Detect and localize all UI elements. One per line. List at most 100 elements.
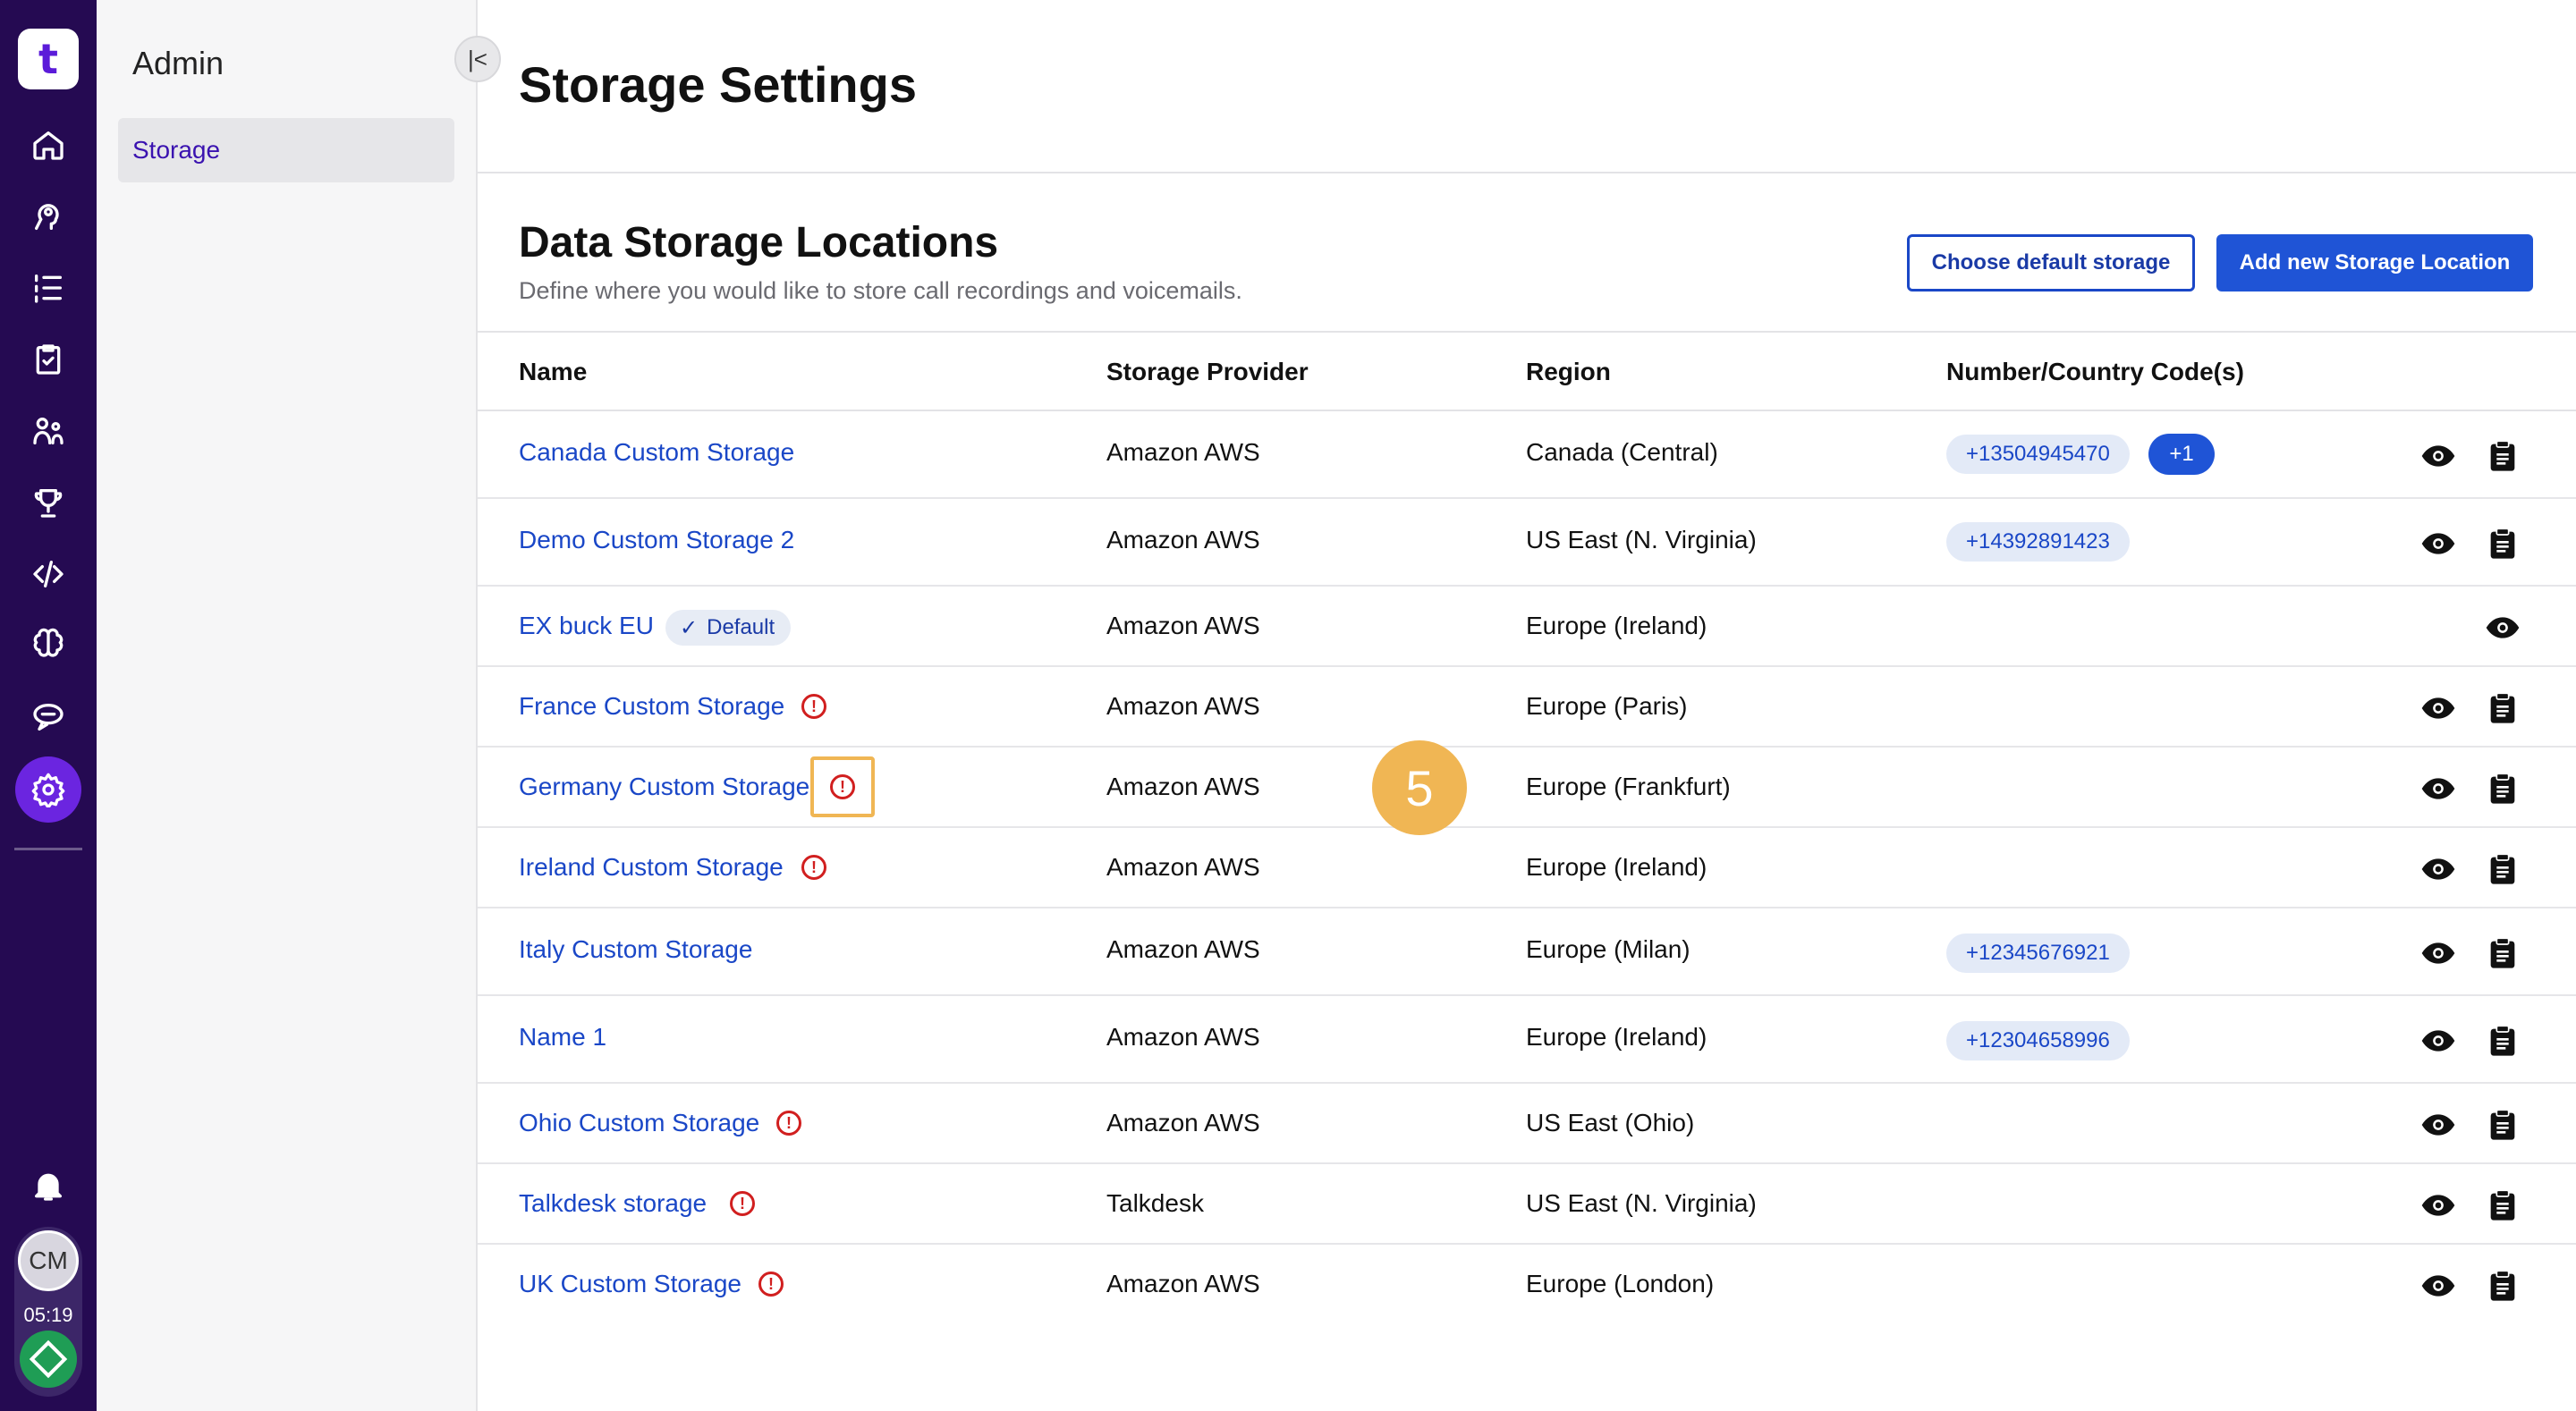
region-cell: US East (Ohio) xyxy=(1526,1109,1695,1136)
warning-icon[interactable]: ! xyxy=(758,1272,784,1297)
warning-icon[interactable]: ! xyxy=(776,1111,801,1136)
view-eye-icon[interactable] xyxy=(2420,771,2456,807)
view-eye-icon[interactable] xyxy=(2420,526,2456,562)
choose-default-storage-button[interactable]: Choose default storage xyxy=(1907,234,2195,291)
table-row: Italy Custom Storage Amazon AWS Europe (… xyxy=(478,908,2576,996)
section-subtitle: Define where you would like to store cal… xyxy=(519,277,1242,304)
column-header-provider: Storage Provider xyxy=(1106,358,1309,385)
code-icon[interactable] xyxy=(21,547,75,601)
provider-cell: Amazon AWS xyxy=(1106,773,1260,800)
provider-cell: Amazon AWS xyxy=(1106,1270,1260,1297)
table-row: France Custom Storage ! Amazon AWS Europ… xyxy=(478,667,2576,748)
table-row: Ohio Custom Storage ! Amazon AWS US East… xyxy=(478,1084,2576,1164)
clipboard-details-icon[interactable] xyxy=(2485,690,2521,726)
table-row: Name 1 Amazon AWS Europe (Ireland) +1230… xyxy=(478,996,2576,1084)
region-cell: Europe (Milan) xyxy=(1526,935,1690,963)
storage-name-link[interactable]: Ohio Custom Storage xyxy=(519,1109,759,1137)
clipboard-details-icon[interactable] xyxy=(2485,771,2521,807)
logo-text: t xyxy=(38,35,58,83)
table-row: EX buck EU ✓ Default Amazon AWS Europe (… xyxy=(478,587,2576,667)
gear-icon[interactable] xyxy=(15,756,81,823)
storage-name-link[interactable]: EX buck EU xyxy=(519,612,654,640)
region-cell: Europe (London) xyxy=(1526,1270,1715,1297)
table-row: UK Custom Storage ! Amazon AWS Europe (L… xyxy=(478,1245,2576,1325)
view-eye-icon[interactable] xyxy=(2420,1268,2456,1304)
bell-icon[interactable] xyxy=(21,1159,75,1212)
storage-name-link[interactable]: Ireland Custom Storage xyxy=(519,853,784,882)
admin-sidebar: Admin Storage xyxy=(97,0,478,1411)
warning-icon[interactable]: ! xyxy=(801,855,826,880)
app-logo[interactable]: t xyxy=(18,29,79,89)
view-eye-icon[interactable] xyxy=(2420,438,2456,474)
warning-icon[interactable]: ! xyxy=(730,1191,755,1216)
view-eye-icon[interactable] xyxy=(2420,935,2456,971)
storage-name-link[interactable]: Italy Custom Storage xyxy=(519,935,752,964)
section-title: Data Storage Locations xyxy=(519,219,999,266)
home-icon[interactable] xyxy=(21,118,75,172)
avatar[interactable]: CM xyxy=(18,1230,79,1291)
storage-name-link[interactable]: Germany Custom Storage xyxy=(519,773,809,801)
provider-cell: Amazon AWS xyxy=(1106,612,1260,639)
region-cell: US East (N. Virginia) xyxy=(1526,1189,1757,1217)
storage-name-link[interactable]: Canada Custom Storage xyxy=(519,438,794,467)
number-chip[interactable]: +14392891423 xyxy=(1946,522,2130,562)
warning-icon[interactable]: ! xyxy=(801,694,826,719)
page-title: Storage Settings xyxy=(519,56,917,113)
number-chip[interactable]: +12345676921 xyxy=(1946,934,2130,973)
number-chip[interactable]: +12304658996 xyxy=(1946,1021,2130,1060)
provider-cell: Amazon AWS xyxy=(1106,1023,1260,1051)
storage-name-link[interactable]: Talkdesk storage xyxy=(519,1189,707,1218)
brain-icon[interactable] xyxy=(21,619,75,672)
table-row: Ireland Custom Storage ! Amazon AWS Euro… xyxy=(478,828,2576,908)
view-eye-icon[interactable] xyxy=(2420,1107,2456,1143)
clipboard-details-icon[interactable] xyxy=(2485,1023,2521,1059)
clipboard-icon[interactable] xyxy=(21,333,75,386)
sidebar-item-storage[interactable]: Storage xyxy=(118,118,454,182)
number-chip[interactable]: +13504945470 xyxy=(1946,435,2130,474)
region-cell: Europe (Ireland) xyxy=(1526,853,1707,881)
clipboard-details-icon[interactable] xyxy=(2485,438,2521,474)
storage-name-link[interactable]: Name 1 xyxy=(519,1023,606,1052)
view-eye-icon[interactable] xyxy=(2420,1187,2456,1223)
storage-name-link[interactable]: France Custom Storage xyxy=(519,692,784,721)
view-eye-icon[interactable] xyxy=(2420,851,2456,887)
sidebar-item-label: Storage xyxy=(132,136,221,164)
divider xyxy=(478,172,2576,173)
provider-cell: Amazon AWS xyxy=(1106,526,1260,553)
column-header-name: Name xyxy=(519,358,588,385)
table-row: Germany Custom Storage ! Amazon AWS Euro… xyxy=(478,748,2576,828)
clipboard-details-icon[interactable] xyxy=(2485,1107,2521,1143)
divider xyxy=(478,331,2576,333)
chat-icon[interactable] xyxy=(21,690,75,744)
clipboard-details-icon[interactable] xyxy=(2485,526,2521,562)
view-eye-icon[interactable] xyxy=(2420,1023,2456,1059)
view-eye-icon[interactable] xyxy=(2485,610,2521,646)
clipboard-details-icon[interactable] xyxy=(2485,1268,2521,1304)
team-icon[interactable] xyxy=(21,404,75,458)
clipboard-details-icon[interactable] xyxy=(2485,851,2521,887)
add-storage-location-button[interactable]: Add new Storage Location xyxy=(2216,234,2533,291)
status-available-icon[interactable] xyxy=(20,1331,77,1388)
clipboard-details-icon[interactable] xyxy=(2485,935,2521,971)
table-row: Talkdesk storage ! Talkdesk US East (N. … xyxy=(478,1164,2576,1245)
storage-name-link[interactable]: Demo Custom Storage 2 xyxy=(519,526,794,554)
more-numbers-chip[interactable]: +1 xyxy=(2148,434,2215,475)
step-number-badge: 5 xyxy=(1372,740,1467,835)
trophy-icon[interactable] xyxy=(21,476,75,529)
sidebar-title: Admin xyxy=(132,45,225,81)
user-status-widget[interactable]: CM 05:19 xyxy=(14,1227,82,1397)
app-window: t CM 05:19 Admin Storage |< Storage Sett… xyxy=(0,0,2576,1411)
list-icon[interactable] xyxy=(21,261,75,315)
default-badge: ✓ Default xyxy=(665,610,792,646)
nav-rail: t CM 05:19 xyxy=(0,0,97,1411)
agent-icon[interactable] xyxy=(21,190,75,243)
region-cell: Europe (Ireland) xyxy=(1526,612,1707,639)
clipboard-details-icon[interactable] xyxy=(2485,1187,2521,1223)
warning-icon[interactable]: ! xyxy=(830,774,855,799)
provider-cell: Amazon AWS xyxy=(1106,935,1260,963)
view-eye-icon[interactable] xyxy=(2420,690,2456,726)
rail-divider xyxy=(14,848,82,850)
region-cell: Europe (Paris) xyxy=(1526,692,1688,720)
main-content: Storage Settings Data Storage Locations … xyxy=(478,0,2576,1411)
storage-name-link[interactable]: UK Custom Storage xyxy=(519,1270,741,1298)
